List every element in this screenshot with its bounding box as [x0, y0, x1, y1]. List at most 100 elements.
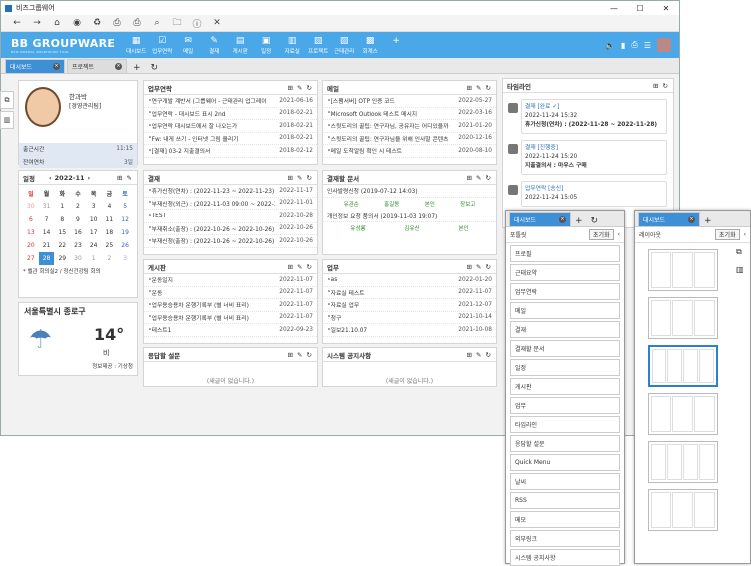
list-item[interactable]: ∘ 자료실 업무 2021-12-07: [323, 299, 496, 312]
maximize-button[interactable]: ☐: [627, 4, 653, 13]
list-item[interactable]: ∘ as 2022-01-20: [323, 274, 496, 287]
list-item[interactable]: ∘ [스팸서버] OTP 인증 코드 2022-05-27: [323, 95, 496, 108]
portlet-item[interactable]: 응답할 설문: [510, 435, 620, 452]
portlet-item[interactable]: 업무연락: [510, 283, 620, 300]
calendar-day[interactable]: 25: [102, 239, 118, 252]
panel-tools-icon[interactable]: ⊞ ✎ ↻: [467, 351, 492, 359]
calendar-day[interactable]: 31: [39, 200, 55, 213]
list-item[interactable]: ∘ Fw: 내게 쓰기 - 인터넷 그림 올리기 2018-02-21: [144, 133, 317, 145]
reset-button[interactable]: 초기화: [589, 229, 614, 240]
list-item[interactable]: ∘ 업무용승용차 운행기록부 (별 너비 표리) 2022-11-07: [144, 299, 317, 312]
calendar-day[interactable]: 19: [117, 226, 133, 239]
calendar-day[interactable]: 26: [117, 239, 133, 252]
layout-option-4[interactable]: [647, 393, 718, 435]
portlet-item[interactable]: 타임라인: [510, 416, 620, 433]
reset-button[interactable]: 초기화: [715, 229, 740, 240]
portlet-item[interactable]: 메모: [510, 511, 620, 528]
layout-option-2[interactable]: [647, 297, 718, 339]
portlet-item[interactable]: 업무: [510, 397, 620, 414]
phone-icon[interactable]: ▮: [621, 41, 625, 50]
add-tab-button[interactable]: +: [571, 216, 587, 226]
calendar-day[interactable]: 4: [102, 200, 118, 213]
portlet-item[interactable]: 날씨: [510, 473, 620, 490]
calendar-day[interactable]: 29: [54, 252, 70, 265]
calendar-day[interactable]: 21: [39, 239, 55, 252]
refresh-icon[interactable]: ↻: [587, 216, 603, 226]
calendar-day[interactable]: 17: [86, 226, 102, 239]
portlet-item[interactable]: 결재: [510, 321, 620, 338]
layout-option-6[interactable]: [647, 489, 718, 531]
menu-item[interactable]: ▧ 프로젝트: [305, 36, 331, 55]
calendar-day[interactable]: 24: [86, 239, 102, 252]
layout-option-5[interactable]: [647, 441, 718, 483]
menu-item[interactable]: ▩ 회계스: [357, 36, 383, 55]
list-item[interactable]: ∘ 휴가신청(연차) : (2022-11-23 ~ 2022-11-23) 20…: [144, 185, 317, 198]
list-item[interactable]: ∘ 연구개발 계반서 (그룹웨어 - 근태관리 업그레이 2021-06-16: [144, 95, 317, 108]
portlet-item[interactable]: RSS: [510, 492, 620, 509]
timeline-item[interactable]: 결재 [완료 ✓] 2022-11-24 15:32 휴가신청(연차) : (202…: [508, 99, 667, 134]
search-icon[interactable]: ⌕: [147, 18, 167, 28]
portlet-item[interactable]: 시스템 공지사항: [510, 549, 620, 566]
panel-tools-icon[interactable]: ⊞ ✎ ↻: [467, 174, 492, 182]
list-item[interactable]: ∘ 운동일지 2022-11-07: [144, 274, 317, 287]
calendar-event[interactable]: * 벨관 회의실2 / 정신건강팀 회의: [19, 267, 137, 275]
close-tab-icon[interactable]: ×: [688, 216, 695, 223]
doc-item[interactable]: 개인정보 요청 품의서 (2019-11-03 19:07): [323, 210, 496, 222]
portlet-item[interactable]: 일정: [510, 359, 620, 376]
close-tab-icon[interactable]: ×: [115, 63, 122, 70]
recycle-icon[interactable]: ♻: [87, 18, 107, 28]
calendar-day[interactable]: 22: [54, 239, 70, 252]
calendar-day[interactable]: 12: [117, 213, 133, 226]
menu-item[interactable]: ▨ 근태관리: [331, 36, 357, 55]
calendar-day[interactable]: 1: [86, 252, 102, 265]
close-tab-icon[interactable]: ×: [53, 63, 60, 70]
panel-tools-icon[interactable]: ⊞ ✎ ↻: [288, 351, 313, 359]
folder-icon[interactable]: 🗀: [167, 15, 187, 31]
calendar-day[interactable]: 27: [23, 252, 39, 265]
calendar-day[interactable]: 2: [102, 252, 118, 265]
refresh-icon[interactable]: ↻: [147, 63, 163, 73]
portlet-settings-icon[interactable]: ⧉: [0, 91, 14, 109]
globe-icon[interactable]: ◉: [67, 18, 87, 28]
panel-tools-icon[interactable]: ⊞ ✎ ↻: [288, 174, 313, 182]
next-month-icon[interactable]: ›: [88, 174, 91, 182]
layout-option-1[interactable]: [647, 249, 718, 291]
list-item[interactable]: ∘ 테스트1 2022-09-23: [144, 324, 317, 337]
overlay-tab-dashboard[interactable]: 대시보드 ×: [509, 212, 571, 226]
menu-item[interactable]: +: [383, 36, 409, 55]
brand-logo[interactable]: BB GROUPWARE NEW NORMAL SMARTWORK TOOL: [11, 37, 115, 54]
panel-tools-icon[interactable]: ⊞ ✎ ↻: [467, 263, 492, 271]
calendar-day[interactable]: 23: [70, 239, 86, 252]
timeline-tools-icon[interactable]: ⊞ ↻: [653, 82, 669, 90]
calendar-day[interactable]: 9: [70, 213, 86, 226]
portlet-item[interactable]: 외부링크: [510, 530, 620, 547]
portlet-item[interactable]: 근태요약: [510, 264, 620, 281]
calendar-day[interactable]: 18: [102, 226, 118, 239]
portlet-item[interactable]: 게시판: [510, 378, 620, 395]
portlet-settings-icon[interactable]: ⧉: [736, 247, 748, 257]
calendar-day[interactable]: 15: [54, 226, 70, 239]
calendar-day[interactable]: 3: [86, 200, 102, 213]
portlet-item[interactable]: 결재할 문서: [510, 340, 620, 357]
menu-item[interactable]: ▥ 자료실: [279, 36, 305, 55]
layout-option-3[interactable]: [647, 345, 718, 387]
calendar-day[interactable]: 16: [70, 226, 86, 239]
calendar-day[interactable]: 2: [70, 200, 86, 213]
calendar-day[interactable]: 7: [39, 213, 55, 226]
calendar-day[interactable]: 6: [23, 213, 39, 226]
list-icon[interactable]: ☰: [644, 41, 651, 50]
calendar-day[interactable]: 8: [54, 213, 70, 226]
panel-tools-icon[interactable]: ⊞ ✎ ↻: [467, 84, 492, 92]
list-item[interactable]: ∘ 부재취소(출장) : (2022-10-26 ~ 2022-10-26) 20…: [144, 223, 317, 235]
menu-item[interactable]: ▦ 대시보드: [123, 36, 149, 55]
list-item[interactable]: ∘ 일보21.10.07 2021-10-08: [323, 324, 496, 337]
portlet-item[interactable]: 프로필: [510, 245, 620, 262]
layout-settings-icon[interactable]: ▥: [736, 265, 748, 274]
calendar-day[interactable]: 5: [117, 200, 133, 213]
list-item[interactable]: ∘ 청구 2021-10-14: [323, 312, 496, 324]
panel-tools-icon[interactable]: ⊞ ✎ ↻: [288, 263, 313, 271]
calendar-day[interactable]: 11: [102, 213, 118, 226]
portlet-item[interactable]: Quick Menu: [510, 454, 620, 471]
minimize-button[interactable]: —: [601, 4, 627, 13]
calendar-day[interactable]: 30: [70, 252, 86, 265]
